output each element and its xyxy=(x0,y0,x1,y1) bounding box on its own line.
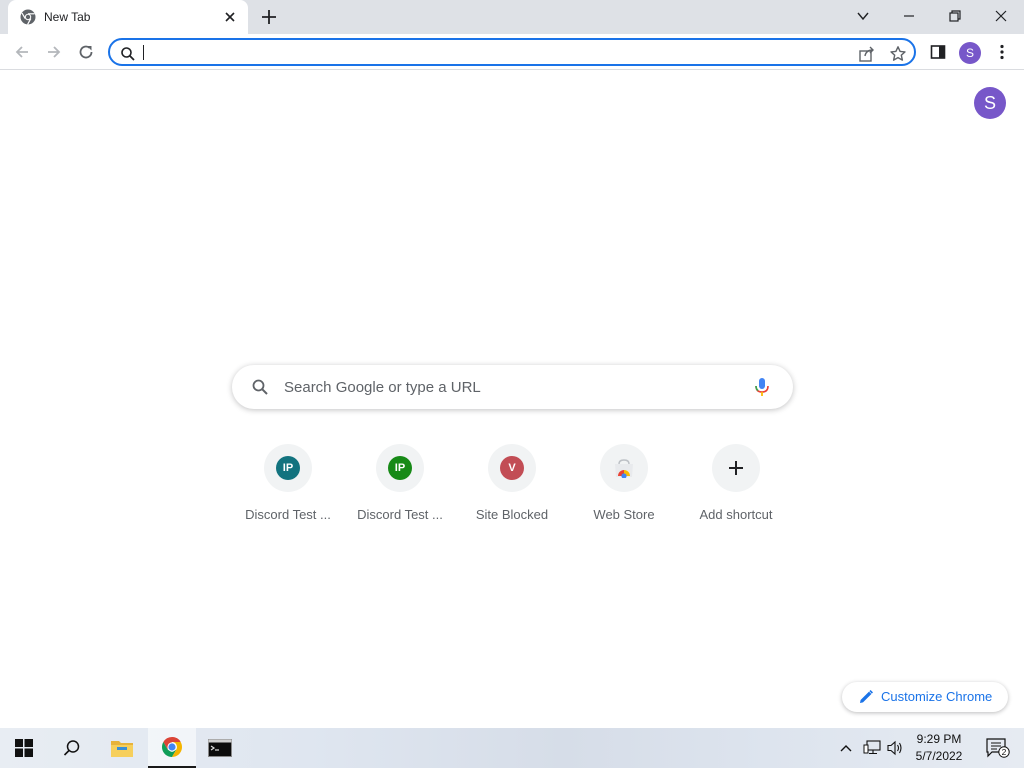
close-tab-icon[interactable] xyxy=(222,9,238,25)
plus-icon xyxy=(729,461,743,475)
chrome-web-store-icon xyxy=(615,459,633,478)
tab-search-button[interactable] xyxy=(840,0,886,32)
restore-button[interactable] xyxy=(932,0,978,32)
shortcut-icon-circle: V xyxy=(488,444,536,492)
browser-toolbar: S xyxy=(0,34,1024,70)
start-button[interactable] xyxy=(0,728,48,768)
shortcut-label: Add shortcut xyxy=(699,507,773,522)
side-panel-icon xyxy=(930,45,946,59)
forward-button[interactable] xyxy=(43,41,65,63)
speaker-icon xyxy=(887,740,902,756)
shortcut-badge: IP xyxy=(276,456,300,480)
volume-button[interactable] xyxy=(884,728,906,768)
action-center-button[interactable]: 2 xyxy=(978,728,1018,768)
chevron-up-icon xyxy=(840,745,852,752)
bookmark-star-icon[interactable] xyxy=(889,45,907,63)
shortcut-icon-circle xyxy=(712,444,760,492)
chrome-taskbar-button[interactable] xyxy=(148,728,196,768)
chrome-favicon-icon xyxy=(20,9,36,25)
pencil-icon xyxy=(860,690,873,703)
shortcut-tile[interactable]: IP Discord Test ... xyxy=(238,444,338,534)
show-hidden-icons-button[interactable] xyxy=(836,728,856,768)
network-button[interactable] xyxy=(860,728,884,768)
tab-title: New Tab xyxy=(44,10,91,24)
close-window-button[interactable] xyxy=(978,0,1024,32)
taskbar-search-button[interactable] xyxy=(48,728,96,768)
new-tab-button[interactable] xyxy=(260,8,278,26)
notification-count: 2 xyxy=(1002,747,1007,757)
arrow-left-icon xyxy=(15,46,28,58)
add-shortcut-tile[interactable]: Add shortcut xyxy=(686,444,786,534)
folder-icon xyxy=(111,741,133,757)
profile-avatar-button[interactable]: S xyxy=(959,42,981,64)
clock-date: 5/7/2022 xyxy=(915,749,963,763)
reload-button[interactable] xyxy=(75,41,97,63)
address-input[interactable] xyxy=(144,42,804,62)
chevron-down-icon xyxy=(857,12,869,21)
shortcut-tile-web-store[interactable]: Web Store xyxy=(574,444,674,534)
command-prompt-icon xyxy=(208,739,232,757)
shortcut-label: Discord Test ... xyxy=(245,507,331,522)
shortcut-label: Discord Test ... xyxy=(357,507,443,522)
more-vertical-icon xyxy=(1000,44,1004,60)
clock-time: 9:29 PM xyxy=(916,732,962,746)
terminal-taskbar-button[interactable] xyxy=(196,728,244,768)
shortcut-icon-circle xyxy=(600,444,648,492)
customize-label: Customize Chrome xyxy=(881,689,993,704)
taskbar: 9:29 PM 5/7/2022 2 xyxy=(0,728,1024,768)
shortcut-badge: V xyxy=(500,456,524,480)
shortcut-icon-circle: IP xyxy=(264,444,312,492)
search-placeholder: Search Google or type a URL xyxy=(284,379,481,396)
close-icon xyxy=(995,10,1007,22)
address-bar[interactable] xyxy=(108,38,916,66)
share-icon[interactable] xyxy=(858,45,876,63)
shortcut-tile[interactable]: V Site Blocked xyxy=(462,444,562,534)
tab-new-tab[interactable]: New Tab xyxy=(8,0,248,34)
search-icon xyxy=(252,379,268,395)
minimize-button[interactable] xyxy=(886,0,932,32)
network-icon xyxy=(863,740,881,755)
shortcut-label: Web Store xyxy=(593,507,655,522)
arrow-right-icon xyxy=(48,46,61,58)
customize-chrome-button[interactable]: Customize Chrome xyxy=(842,682,1008,712)
shortcut-tile[interactable]: IP Discord Test ... xyxy=(350,444,450,534)
ntp-search-box[interactable]: Search Google or type a URL xyxy=(232,365,793,409)
microphone-icon[interactable] xyxy=(753,377,771,397)
taskbar-clock[interactable]: 9:29 PM 5/7/2022 xyxy=(908,731,970,765)
ntp-profile-avatar[interactable]: S xyxy=(974,87,1006,119)
shortcut-badge: IP xyxy=(388,456,412,480)
shortcut-label: Site Blocked xyxy=(475,507,549,522)
side-panel-button[interactable] xyxy=(927,41,949,63)
tab-strip: New Tab xyxy=(0,0,1024,34)
chrome-menu-button[interactable] xyxy=(991,41,1013,63)
chrome-logo-icon xyxy=(162,737,182,757)
search-icon xyxy=(63,740,80,756)
restore-icon xyxy=(949,10,961,22)
search-icon xyxy=(121,47,135,61)
file-explorer-button[interactable] xyxy=(98,728,146,768)
minimize-icon xyxy=(904,15,914,17)
back-button[interactable] xyxy=(11,41,33,63)
shortcut-icon-circle: IP xyxy=(376,444,424,492)
windows-logo-icon xyxy=(15,739,33,757)
reload-icon xyxy=(79,45,93,59)
notification-icon: 2 xyxy=(986,738,1010,758)
